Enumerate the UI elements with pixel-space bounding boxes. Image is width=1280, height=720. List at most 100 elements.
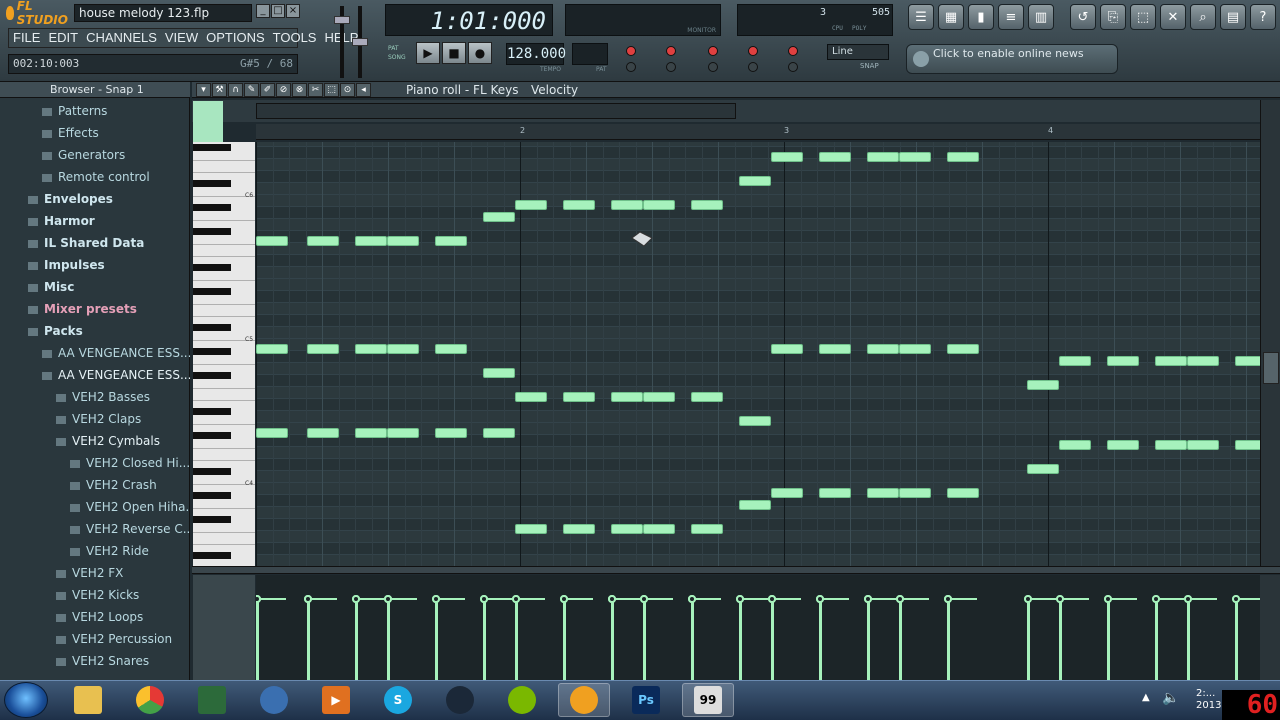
tempo-display[interactable]: 128.000 xyxy=(506,43,566,65)
note[interactable] xyxy=(515,392,548,402)
snap-select[interactable]: Line xyxy=(827,44,889,60)
black-key[interactable] xyxy=(193,492,231,499)
note[interactable] xyxy=(256,236,288,246)
note[interactable] xyxy=(1235,356,1260,366)
black-key[interactable] xyxy=(193,408,231,415)
note[interactable] xyxy=(515,200,548,210)
taskbar-fraps[interactable]: 99 xyxy=(682,683,734,717)
browser-item[interactable]: VEH2 Basses xyxy=(56,386,190,408)
note[interactable] xyxy=(771,344,804,354)
event-target[interactable]: Velocity xyxy=(531,82,578,98)
menu-view[interactable]: VIEW xyxy=(161,29,202,47)
browser-item[interactable]: VEH2 Kicks xyxy=(56,584,190,606)
browser-item[interactable]: Patterns xyxy=(42,100,190,122)
loop-led[interactable] xyxy=(708,62,718,72)
black-key[interactable] xyxy=(193,228,231,235)
note[interactable] xyxy=(867,488,900,498)
help-button[interactable]: ? xyxy=(1250,4,1276,30)
velocity-stem[interactable] xyxy=(387,600,391,680)
velocity-stem[interactable] xyxy=(771,600,775,680)
velocity-stem[interactable] xyxy=(643,600,647,680)
render-button[interactable]: ⬚ xyxy=(1130,4,1156,30)
note[interactable] xyxy=(483,212,516,222)
browser-item[interactable]: Effects xyxy=(42,122,190,144)
black-key[interactable] xyxy=(193,552,231,559)
browser-item[interactable]: VEH2 Claps xyxy=(56,408,190,430)
note[interactable] xyxy=(691,392,724,402)
browser-button[interactable]: ≡ xyxy=(998,4,1024,30)
note[interactable] xyxy=(739,500,772,510)
note[interactable] xyxy=(643,524,676,534)
menu-edit[interactable]: EDIT xyxy=(44,29,82,47)
browser-item[interactable]: VEH2 Loops xyxy=(56,606,190,628)
select-icon[interactable]: ⬚ xyxy=(324,83,339,97)
time-ruler[interactable]: 2 3 4 xyxy=(256,124,1260,140)
browser-item[interactable]: VEH2 Closed Hi... xyxy=(70,452,190,474)
note[interactable] xyxy=(1059,356,1092,366)
note[interactable] xyxy=(1027,464,1060,474)
menu-channels[interactable]: CHANNELS xyxy=(82,29,161,47)
record-button[interactable]: ● xyxy=(468,42,492,64)
note[interactable] xyxy=(1187,356,1220,366)
note[interactable] xyxy=(899,344,932,354)
note[interactable] xyxy=(1107,356,1140,366)
browser-item[interactable]: Harmor xyxy=(28,210,190,232)
taskbar-explorer[interactable] xyxy=(62,683,114,717)
note[interactable] xyxy=(435,344,468,354)
browser-item[interactable]: Misc xyxy=(28,276,190,298)
velocity-stem[interactable] xyxy=(867,600,871,680)
close-button[interactable]: × xyxy=(286,4,300,18)
browser-item[interactable]: VEH2 Percussion xyxy=(56,628,190,650)
velocity-stem[interactable] xyxy=(947,600,951,680)
record-mode-led[interactable] xyxy=(748,46,758,56)
horizontal-scrollbar[interactable] xyxy=(256,103,736,119)
black-key[interactable] xyxy=(193,372,231,379)
note[interactable] xyxy=(387,236,420,246)
stop-button[interactable]: ■ xyxy=(442,42,466,64)
velocity-stem[interactable] xyxy=(355,600,359,680)
note[interactable] xyxy=(435,428,468,438)
master-pitch-knob[interactable] xyxy=(352,38,368,46)
note[interactable] xyxy=(819,152,852,162)
menu-file[interactable]: FILE xyxy=(9,29,44,47)
volume-icon[interactable]: 🔈 xyxy=(1162,690,1179,706)
find-button[interactable]: ⌕ xyxy=(1190,4,1216,30)
velocity-stem[interactable] xyxy=(1059,600,1063,680)
browser-item[interactable]: VEH2 Cymbals xyxy=(56,430,190,452)
online-news-button[interactable]: Click to enable online news xyxy=(906,44,1118,74)
master-volume-knob[interactable] xyxy=(334,16,350,24)
velocity-stem[interactable] xyxy=(691,600,695,680)
mute-icon[interactable]: ⊗ xyxy=(292,83,307,97)
scroll-thumb[interactable] xyxy=(1263,352,1279,384)
menu-icon[interactable]: ▾ xyxy=(196,83,211,97)
vertical-scrollbar[interactable] xyxy=(1260,100,1280,566)
tray-arrow-icon[interactable]: ▲ xyxy=(1142,692,1150,703)
pattern-selector[interactable] xyxy=(572,43,608,65)
step-sequencer-button[interactable]: ▦ xyxy=(938,4,964,30)
note[interactable] xyxy=(947,152,980,162)
menu-tools[interactable]: TOOLS xyxy=(269,29,321,47)
black-key[interactable] xyxy=(193,144,231,151)
master-sliders[interactable] xyxy=(332,6,372,78)
taskbar-skype[interactable]: S xyxy=(372,683,424,717)
velocity-stem[interactable] xyxy=(611,600,615,680)
black-key[interactable] xyxy=(193,288,231,295)
wait-led[interactable] xyxy=(666,62,676,72)
note[interactable] xyxy=(355,428,388,438)
velocity-stem[interactable] xyxy=(899,600,903,680)
song-mode[interactable]: SONG xyxy=(388,53,414,62)
slice-icon[interactable]: ✂ xyxy=(308,83,323,97)
note[interactable] xyxy=(1155,440,1188,450)
browser-item[interactable]: Impulses xyxy=(28,254,190,276)
velocity-stem[interactable] xyxy=(515,600,519,680)
taskbar-chrome[interactable] xyxy=(124,683,176,717)
event-splitter[interactable] xyxy=(192,566,1280,574)
start-button[interactable] xyxy=(4,682,48,718)
multilink-led[interactable] xyxy=(788,62,798,72)
black-key[interactable] xyxy=(193,348,231,355)
velocity-stem[interactable] xyxy=(1107,600,1111,680)
brush-icon[interactable]: ✐ xyxy=(260,83,275,97)
note[interactable] xyxy=(643,392,676,402)
playlist-button[interactable]: ☰ xyxy=(908,4,934,30)
note[interactable] xyxy=(256,344,288,354)
